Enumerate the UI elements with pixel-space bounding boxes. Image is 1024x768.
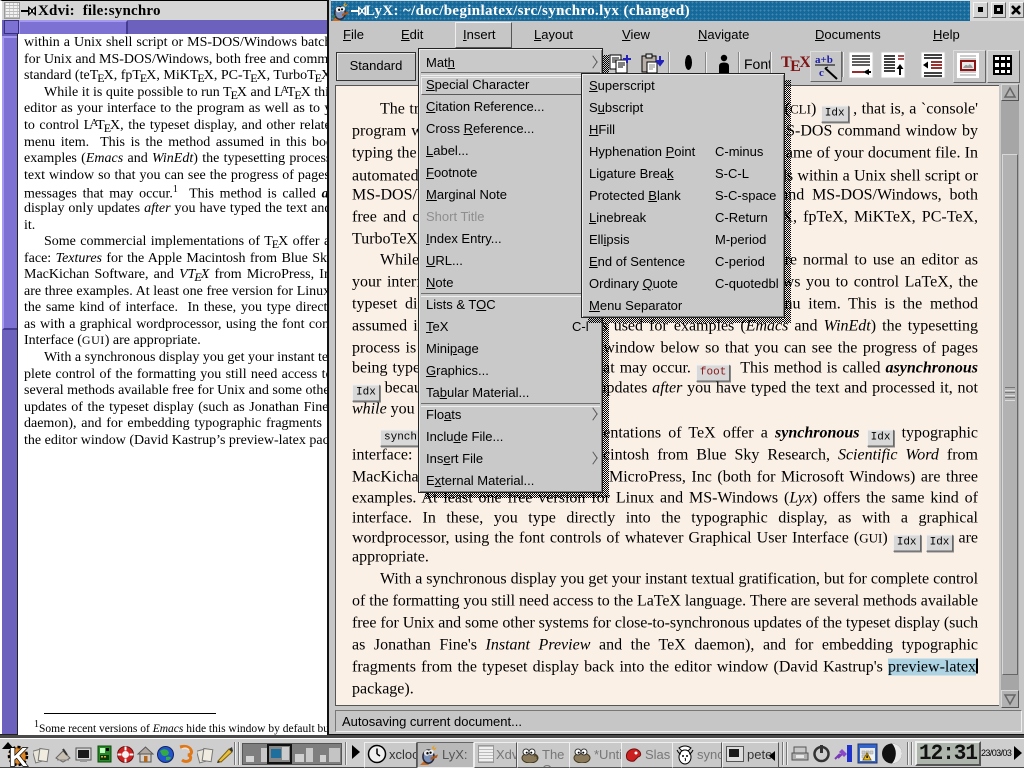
svg-text:c: c [819, 67, 824, 79]
svg-text:a+b: a+b [815, 54, 833, 66]
svg-text:K: K [9, 742, 28, 767]
